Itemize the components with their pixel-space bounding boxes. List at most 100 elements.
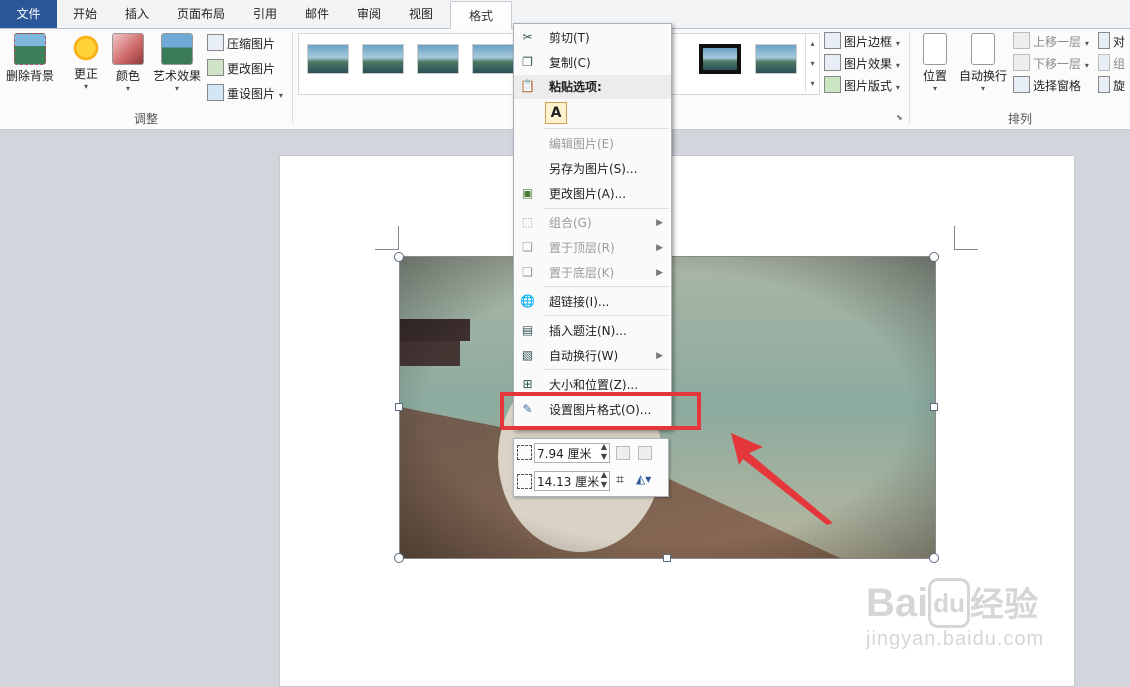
menu-item-label: 自动换行(W) [549, 349, 619, 363]
menu-item-bring-to-front[interactable]: ❏ 置于顶层(R) ▶ [514, 236, 671, 260]
picture-border-label: 图片边框 [844, 35, 893, 49]
chevron-down-icon: ▾ [980, 84, 985, 93]
reset-picture-button[interactable]: 重设图片 ▾ [207, 84, 283, 104]
menu-item-wrap-text[interactable]: ▧ 自动换行(W) ▶ [514, 344, 671, 368]
menu-item-label: 另存为图片(S)... [549, 162, 638, 176]
wrap-text-button[interactable]: 自动换行 ▾ [957, 31, 1009, 93]
caption-icon: ▤ [521, 323, 534, 337]
menu-item-label: 编辑图片(E) [549, 137, 614, 151]
menu-item-save-as-picture[interactable]: 另存为图片(S)... [514, 157, 671, 181]
compress-icon [207, 34, 224, 51]
style-thumbnail[interactable] [472, 44, 514, 74]
resize-handle[interactable] [929, 252, 939, 262]
group-icon: ⬚ [521, 215, 534, 229]
change-picture-icon [207, 59, 224, 76]
send-backward-button[interactable]: 下移一层 ▾ [1013, 54, 1089, 74]
paste-keep-text-only-button[interactable]: A [545, 102, 567, 124]
color-button[interactable]: 颜色 ▾ [108, 31, 148, 93]
bring-forward-label: 上移一层 [1033, 35, 1082, 49]
menu-item-edit-picture[interactable]: 编辑图片(E) [514, 132, 671, 156]
style-thumbnail[interactable] [699, 44, 741, 74]
style-thumbnail[interactable] [755, 44, 797, 74]
send-backward-icon[interactable] [638, 446, 652, 460]
tab-file[interactable]: 文件 [0, 0, 57, 28]
gallery-scroll[interactable]: ▴ ▾ ▾ [805, 34, 819, 92]
picture-effects-button[interactable]: 图片效果 ▾ [824, 54, 900, 74]
resize-handle[interactable] [394, 553, 404, 563]
chevron-right-icon: ▶ [656, 218, 663, 228]
menu-item-group[interactable]: ⬚ 组合(G) ▶ [514, 211, 671, 235]
watermark-brand: Bai [866, 581, 929, 625]
tab-home[interactable]: 开始 [62, 0, 108, 28]
menu-item-label: 置于底层(K) [549, 266, 615, 280]
size-position-icon: ⊞ [522, 377, 533, 391]
group-separator [292, 32, 293, 124]
style-thumbnail[interactable] [417, 44, 459, 74]
artistic-effects-button[interactable]: 艺术效果 ▾ [150, 31, 204, 93]
align-label: 对 [1113, 35, 1126, 49]
chevron-down-icon: ▾ [1084, 39, 1089, 48]
context-menu: ✂ 剪切(T) ❐ 复制(C) 📋 粘贴选项: A 编辑图片(E) 另存为图片(S).… [513, 23, 672, 430]
pencil-icon [824, 32, 841, 49]
height-spinner[interactable]: 7.94 厘米 ▲ ▼ [534, 442, 610, 463]
style-thumbnail[interactable] [307, 44, 349, 74]
menu-item-send-to-back[interactable]: ❏ 置于底层(K) ▶ [514, 261, 671, 285]
menu-item-insert-caption[interactable]: ▤ 插入题注(N)... [514, 319, 671, 343]
shape-fill-icon[interactable]: ◭▾ [636, 472, 651, 486]
tab-format[interactable]: 格式 [450, 1, 512, 29]
tab-view[interactable]: 视图 [398, 0, 444, 28]
baidu-jingyan-watermark: Bai du 经验 jingyan.baidu.com [866, 578, 1126, 668]
menu-item-hyperlink[interactable]: 🌐 超链接(I)... [514, 290, 671, 314]
dialog-launcher-icon[interactable]: ⬊ [896, 113, 903, 122]
crop-mark [954, 226, 955, 250]
tab-page-layout[interactable]: 页面布局 [168, 0, 234, 28]
style-thumbnail[interactable] [362, 44, 404, 74]
corrections-button[interactable]: 更正 ▾ [66, 31, 106, 91]
remove-background-button[interactable]: 删除背景 [3, 31, 57, 84]
selection-pane-button[interactable]: 选择窗格 [1013, 76, 1081, 96]
resize-handle[interactable] [395, 403, 403, 411]
picture-layout-button[interactable]: 图片版式 ▾ [824, 76, 900, 96]
menu-item-cut[interactable]: ✂ 剪切(T) [514, 26, 671, 50]
tab-mailings[interactable]: 邮件 [294, 0, 340, 28]
change-picture-button[interactable]: 更改图片 [207, 59, 275, 79]
chevron-down-icon: ▾ [932, 84, 937, 93]
crop-icon[interactable]: ⌗ [616, 472, 624, 488]
wrap-text-icon: ▧ [521, 348, 534, 362]
spinner-arrows-icon[interactable]: ▲ ▼ [601, 442, 607, 462]
resize-handle[interactable] [930, 403, 938, 411]
crop-mark [398, 226, 399, 250]
resize-handle[interactable] [929, 553, 939, 563]
height-icon [517, 445, 532, 460]
bring-to-front-icon: ❏ [522, 240, 533, 254]
position-button[interactable]: 位置 ▾ [915, 31, 955, 93]
bring-forward-icon[interactable] [616, 446, 630, 460]
group-button[interactable]: 组 [1098, 54, 1125, 74]
menu-item-label: 粘贴选项: [549, 80, 602, 94]
send-backward-icon [1013, 54, 1030, 71]
compress-pictures-button[interactable]: 压缩图片 [207, 34, 275, 54]
align-button[interactable]: 对 [1098, 32, 1125, 52]
tab-references[interactable]: 引用 [242, 0, 288, 28]
adjust-group-label: 调整 [133, 112, 158, 126]
menu-separator [544, 128, 669, 129]
clipboard-icon: 📋 [520, 79, 535, 93]
reset-picture-label: 重设图片 [227, 87, 276, 101]
tab-review[interactable]: 审阅 [346, 0, 392, 28]
group-icon [1098, 54, 1110, 71]
resize-handle[interactable] [663, 554, 671, 562]
width-icon [517, 474, 532, 489]
width-spinner[interactable]: 14.13 厘米 ▲ ▼ [534, 470, 610, 491]
menu-item-change-picture[interactable]: ▣ 更改图片(A)... [514, 182, 671, 206]
picture-border-button[interactable]: 图片边框 ▾ [824, 32, 900, 52]
chevron-right-icon: ▶ [656, 268, 663, 278]
bring-forward-button[interactable]: 上移一层 ▾ [1013, 32, 1089, 52]
rotate-button[interactable]: 旋 [1098, 76, 1125, 96]
resize-handle[interactable] [394, 252, 404, 262]
position-label: 位置 [922, 69, 947, 83]
menu-item-label: 复制(C) [549, 56, 591, 70]
menu-item-label: 组合(G) [549, 216, 592, 230]
menu-item-copy[interactable]: ❐ 复制(C) [514, 51, 671, 75]
spinner-arrows-icon[interactable]: ▲ ▼ [601, 470, 607, 490]
tab-insert[interactable]: 插入 [114, 0, 160, 28]
